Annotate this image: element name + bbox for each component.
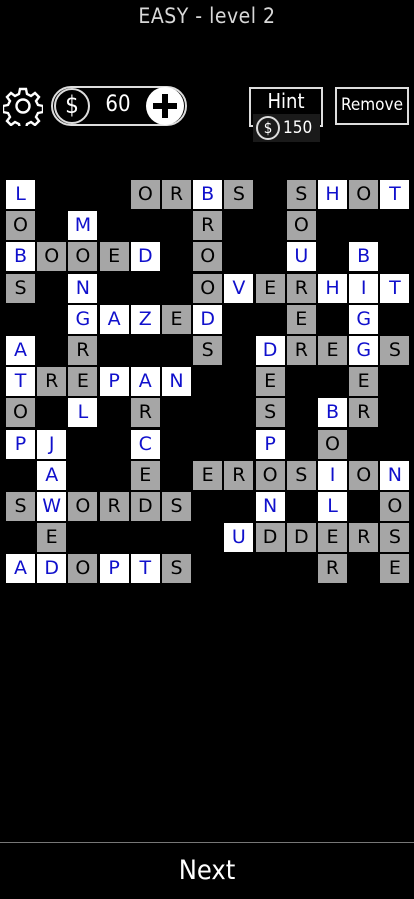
board-cell[interactable]: P bbox=[6, 429, 35, 459]
board-cell[interactable]: S bbox=[6, 492, 35, 521]
board-cell[interactable]: E bbox=[349, 367, 379, 397]
board-cell[interactable]: D bbox=[255, 523, 285, 553]
board-cell[interactable]: B bbox=[193, 180, 223, 209]
board-cell[interactable]: E bbox=[130, 460, 160, 490]
board-cell[interactable]: R bbox=[99, 492, 129, 521]
board-cell[interactable]: S bbox=[224, 180, 254, 209]
board-cell[interactable]: B bbox=[6, 242, 35, 272]
board-cell[interactable]: O bbox=[380, 492, 410, 521]
board-cell[interactable]: E bbox=[255, 273, 285, 303]
board-cell[interactable]: E bbox=[193, 460, 223, 490]
board-cell[interactable]: E bbox=[99, 242, 129, 272]
board-cell[interactable]: S bbox=[380, 523, 410, 553]
board-cell[interactable]: N bbox=[380, 460, 410, 490]
board-cell[interactable]: S bbox=[255, 398, 285, 428]
board-cell[interactable]: E bbox=[286, 304, 316, 334]
board-cell[interactable]: O bbox=[130, 180, 160, 209]
board-cell[interactable]: S bbox=[193, 336, 223, 365]
board-cell[interactable]: D bbox=[193, 304, 223, 334]
board-cell[interactable]: G bbox=[349, 336, 379, 365]
board-cell[interactable]: S bbox=[6, 273, 35, 303]
board-cell[interactable]: O bbox=[68, 242, 98, 272]
board-cell[interactable]: E bbox=[318, 523, 347, 553]
board-cell[interactable]: O bbox=[193, 242, 223, 272]
board-cell[interactable]: D bbox=[130, 492, 160, 521]
board-cell[interactable]: U bbox=[224, 523, 254, 553]
board-cell[interactable]: L bbox=[68, 398, 98, 428]
board-cell[interactable]: A bbox=[6, 554, 35, 584]
board-cell[interactable]: A bbox=[6, 336, 35, 365]
board-cell[interactable]: S bbox=[286, 180, 316, 209]
board-cell[interactable]: L bbox=[6, 180, 35, 209]
board-cell[interactable]: T bbox=[6, 367, 35, 397]
board-cell[interactable]: E bbox=[162, 304, 191, 334]
board-cell[interactable]: R bbox=[286, 273, 316, 303]
board-cell[interactable]: S bbox=[286, 460, 316, 490]
board-cell[interactable]: T bbox=[380, 273, 410, 303]
board-cell[interactable]: R bbox=[130, 398, 160, 428]
board-cell[interactable]: D bbox=[130, 242, 160, 272]
board-cell[interactable]: O bbox=[318, 429, 347, 459]
board-cell[interactable]: P bbox=[255, 429, 285, 459]
board-cell[interactable]: R bbox=[224, 460, 254, 490]
board-cell[interactable]: O bbox=[193, 273, 223, 303]
board-cell[interactable]: R bbox=[349, 398, 379, 428]
board-cell[interactable]: O bbox=[68, 492, 98, 521]
board-cell[interactable]: R bbox=[37, 367, 67, 397]
board-cell[interactable]: V bbox=[224, 273, 254, 303]
board-cell[interactable]: E bbox=[380, 554, 410, 584]
board-cell[interactable]: G bbox=[68, 304, 98, 334]
board-cell[interactable]: M bbox=[68, 211, 98, 241]
board-cell[interactable]: P bbox=[99, 367, 129, 397]
board-cell[interactable]: E bbox=[37, 523, 67, 553]
board-cell[interactable]: O bbox=[37, 242, 67, 272]
board-cell[interactable]: N bbox=[68, 273, 98, 303]
board-cell[interactable]: N bbox=[162, 367, 191, 397]
board-cell[interactable]: S bbox=[162, 492, 191, 521]
board-cell[interactable]: W bbox=[37, 492, 67, 521]
board-cell[interactable]: E bbox=[255, 367, 285, 397]
board-cell[interactable]: O bbox=[68, 554, 98, 584]
board-cell[interactable]: O bbox=[255, 460, 285, 490]
board-cell[interactable]: O bbox=[349, 180, 379, 209]
board-cell[interactable]: L bbox=[318, 492, 347, 521]
board-cell[interactable]: B bbox=[349, 242, 379, 272]
board-cell[interactable]: U bbox=[286, 242, 316, 272]
board-cell[interactable]: I bbox=[318, 460, 347, 490]
board-cell[interactable]: R bbox=[349, 523, 379, 553]
board-cell[interactable]: D bbox=[255, 336, 285, 365]
board-cell[interactable]: S bbox=[380, 336, 410, 365]
board-cell[interactable]: G bbox=[349, 304, 379, 334]
board-cell[interactable]: C bbox=[130, 429, 160, 459]
board-cell[interactable]: A bbox=[99, 304, 129, 334]
board-cell[interactable]: H bbox=[318, 273, 347, 303]
board-cell[interactable]: R bbox=[162, 180, 191, 209]
board-cell[interactable]: R bbox=[68, 336, 98, 365]
board-cell[interactable]: H bbox=[318, 180, 347, 209]
board-cell[interactable]: O bbox=[349, 460, 379, 490]
board-cell[interactable]: S bbox=[162, 554, 191, 584]
board-cell[interactable]: T bbox=[380, 180, 410, 209]
board-cell[interactable]: R bbox=[286, 336, 316, 365]
board-cell[interactable]: R bbox=[193, 211, 223, 241]
board-cell[interactable]: B bbox=[318, 398, 347, 428]
board-cell[interactable]: R bbox=[318, 554, 347, 584]
board-cell[interactable]: T bbox=[130, 554, 160, 584]
board-cell[interactable]: D bbox=[286, 523, 316, 553]
board-cell[interactable]: Z bbox=[130, 304, 160, 334]
board-cell[interactable]: O bbox=[6, 398, 35, 428]
board-cell[interactable]: O bbox=[286, 211, 316, 241]
crossword-board: LORBSSHOTOMROBOOEDOUBSNOVERHITGAZEDEGARS… bbox=[0, 0, 414, 600]
board-cell[interactable]: A bbox=[130, 367, 160, 397]
board-cell[interactable]: N bbox=[255, 492, 285, 521]
board-cell[interactable]: O bbox=[6, 211, 35, 241]
board-cell[interactable]: P bbox=[99, 554, 129, 584]
board-cell[interactable]: E bbox=[318, 336, 347, 365]
board-cell[interactable]: D bbox=[37, 554, 67, 584]
board-cell[interactable]: J bbox=[37, 429, 67, 459]
next-button[interactable]: Next bbox=[0, 843, 414, 896]
board-cell[interactable]: E bbox=[68, 367, 98, 397]
board-cell[interactable]: A bbox=[37, 460, 67, 490]
board-cell[interactable]: I bbox=[349, 273, 379, 303]
